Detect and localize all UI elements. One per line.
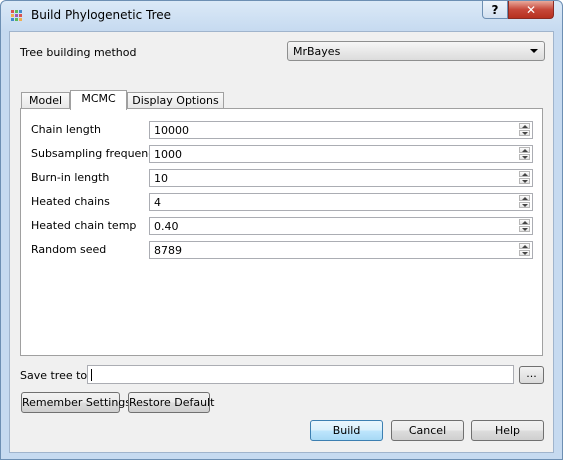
window-title: Build Phylogenetic Tree: [31, 8, 171, 22]
method-label: Tree building method: [20, 46, 137, 59]
tab-model[interactable]: Model: [21, 92, 70, 109]
chevron-down-icon: [530, 49, 538, 53]
arrow-down-icon[interactable]: [519, 178, 530, 184]
method-select[interactable]: MrBayes: [287, 41, 545, 61]
text-caret: [91, 369, 92, 381]
title-bar: Build Phylogenetic Tree ? ✕: [1, 1, 562, 31]
arrow-up-icon[interactable]: [519, 147, 530, 153]
arrow-down-icon[interactable]: [519, 226, 530, 232]
arrow-up-icon[interactable]: [519, 219, 530, 225]
random-seed-spinbox[interactable]: 8789: [149, 241, 533, 259]
save-tree-input[interactable]: [87, 365, 514, 384]
method-select-value: MrBayes: [293, 45, 341, 58]
arrow-up-icon[interactable]: [519, 243, 530, 249]
close-button[interactable]: ✕: [508, 1, 554, 19]
restore-default-button[interactable]: Restore Default: [128, 392, 214, 413]
dialog-body: Tree building method MrBayes Model MCMC …: [9, 31, 554, 453]
chain-length-label: Chain length: [31, 123, 101, 136]
tab-mcmc[interactable]: MCMC: [70, 90, 127, 110]
chain-length-value: 10000: [154, 124, 189, 137]
cancel-button[interactable]: Cancel: [391, 420, 464, 441]
subsampling-value: 1000: [154, 148, 182, 161]
arrow-down-icon[interactable]: [519, 250, 530, 256]
remember-settings-button[interactable]: Remember Settings: [21, 392, 131, 413]
save-tree-label: Save tree to: [20, 369, 88, 382]
arrow-up-icon[interactable]: [519, 195, 530, 201]
burn-in-value: 10: [154, 172, 168, 185]
chain-length-spinbox[interactable]: 10000: [149, 121, 533, 139]
browse-button[interactable]: ...: [519, 366, 544, 384]
heated-chains-spinbox[interactable]: 4: [149, 193, 533, 211]
burn-in-label: Burn-in length: [31, 171, 110, 184]
heated-chain-temp-spinbox[interactable]: 0.40: [149, 217, 533, 235]
tab-display-options[interactable]: Display Options: [127, 92, 224, 109]
arrow-down-icon[interactable]: [519, 154, 530, 160]
arrow-up-icon[interactable]: [519, 123, 530, 129]
heated-chains-label: Heated chains: [31, 195, 110, 208]
heated-chains-value: 4: [154, 196, 161, 209]
dialog-window: Build Phylogenetic Tree ? ✕ Tree buildin…: [0, 0, 563, 460]
subsampling-label: Subsampling frequence: [31, 147, 162, 160]
help-button[interactable]: Help: [471, 420, 544, 441]
arrow-down-icon[interactable]: [519, 202, 530, 208]
tree-app-icon: [11, 10, 23, 22]
heated-chain-temp-label: Heated chain temp: [31, 219, 137, 232]
burn-in-spinbox[interactable]: 10: [149, 169, 533, 187]
heated-chain-temp-value: 0.40: [154, 220, 179, 233]
random-seed-value: 8789: [154, 244, 182, 257]
random-seed-label: Random seed: [31, 243, 107, 256]
help-title-button[interactable]: ?: [482, 1, 508, 19]
arrow-down-icon[interactable]: [519, 130, 530, 136]
mcmc-panel: Chain length 10000 Subsampling frequence…: [20, 108, 543, 356]
build-button[interactable]: Build: [310, 420, 383, 441]
arrow-up-icon[interactable]: [519, 171, 530, 177]
subsampling-spinbox[interactable]: 1000: [149, 145, 533, 163]
